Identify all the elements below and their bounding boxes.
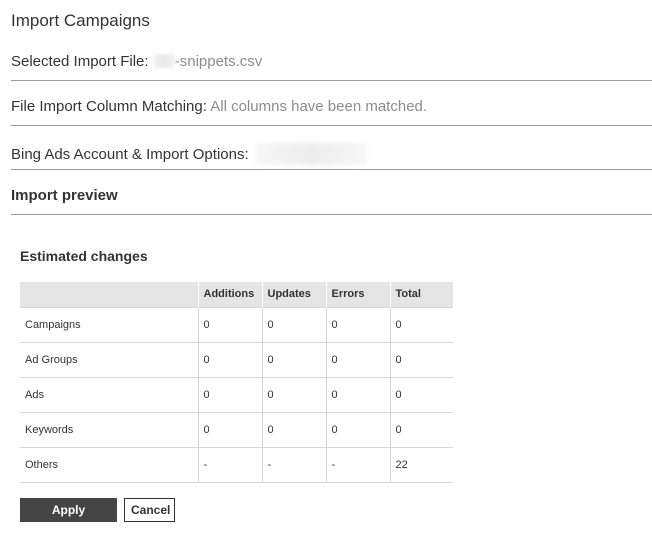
column-header-updates: Updates (261, 282, 326, 307)
column-header-additions: Additions (197, 282, 262, 307)
redacted-filename-prefix (152, 54, 175, 68)
row-label: Keywords (20, 411, 198, 447)
import-preview-row: Import preview (11, 187, 652, 215)
total-cell: 22 (389, 446, 453, 483)
table-row: Campaigns 0 0 0 0 (20, 306, 453, 342)
table-header-row: Additions Updates Errors Total (20, 282, 453, 307)
column-matching-value: All columns have been matched. (210, 98, 428, 115)
additions-cell: 0 (197, 376, 262, 412)
errors-cell: 0 (325, 306, 390, 342)
errors-cell: - (325, 446, 390, 483)
additions-cell: - (197, 446, 262, 483)
total-cell: 0 (389, 376, 453, 412)
cancel-button[interactable]: Cancel (124, 498, 175, 522)
column-header-total: Total (389, 282, 453, 307)
additions-cell: 0 (197, 341, 262, 377)
column-header-errors: Errors (325, 282, 390, 307)
updates-cell: - (261, 446, 326, 483)
additions-cell: 0 (197, 306, 262, 342)
column-matching-label: File Import Column Matching: (11, 98, 207, 115)
account-options-row: Bing Ads Account & Import Options: (11, 143, 652, 170)
updates-cell: 0 (261, 306, 326, 342)
estimated-changes-title: Estimated changes (20, 248, 148, 264)
row-label: Others (20, 446, 198, 483)
table-row: Ad Groups 0 0 0 0 (20, 341, 453, 377)
errors-cell: 0 (325, 376, 390, 412)
updates-cell: 0 (261, 376, 326, 412)
table-row: Keywords 0 0 0 0 (20, 411, 453, 447)
total-cell: 0 (389, 341, 453, 377)
total-cell: 0 (389, 306, 453, 342)
redacted-account-name (254, 143, 367, 165)
table-row: Ads 0 0 0 0 (20, 376, 453, 412)
errors-cell: 0 (325, 411, 390, 447)
total-cell: 0 (389, 411, 453, 447)
errors-cell: 0 (325, 341, 390, 377)
account-options-label: Bing Ads Account & Import Options: (11, 146, 249, 163)
selected-import-file-label: Selected Import File: (11, 53, 149, 70)
apply-changes-button[interactable]: Apply changes (20, 498, 117, 539)
updates-cell: 0 (261, 411, 326, 447)
updates-cell: 0 (261, 341, 326, 377)
table-row: Others - - - 22 (20, 446, 453, 483)
selected-import-file-row: Selected Import File: -snippets.csv (11, 53, 652, 81)
row-label: Ad Groups (20, 341, 198, 377)
estimated-changes-table: Additions Updates Errors Total Campaigns… (20, 282, 453, 483)
row-label: Campaigns (20, 306, 198, 342)
row-label: Ads (20, 376, 198, 412)
column-matching-row: File Import Column Matching: All columns… (11, 98, 652, 126)
selected-import-file-value: -snippets.csv (174, 53, 263, 70)
additions-cell: 0 (197, 411, 262, 447)
import-campaigns-page: Import Campaigns Selected Import File: -… (0, 0, 652, 540)
column-header-entity (20, 282, 198, 307)
import-preview-label: Import preview (11, 187, 118, 204)
page-title: Import Campaigns (11, 11, 150, 30)
